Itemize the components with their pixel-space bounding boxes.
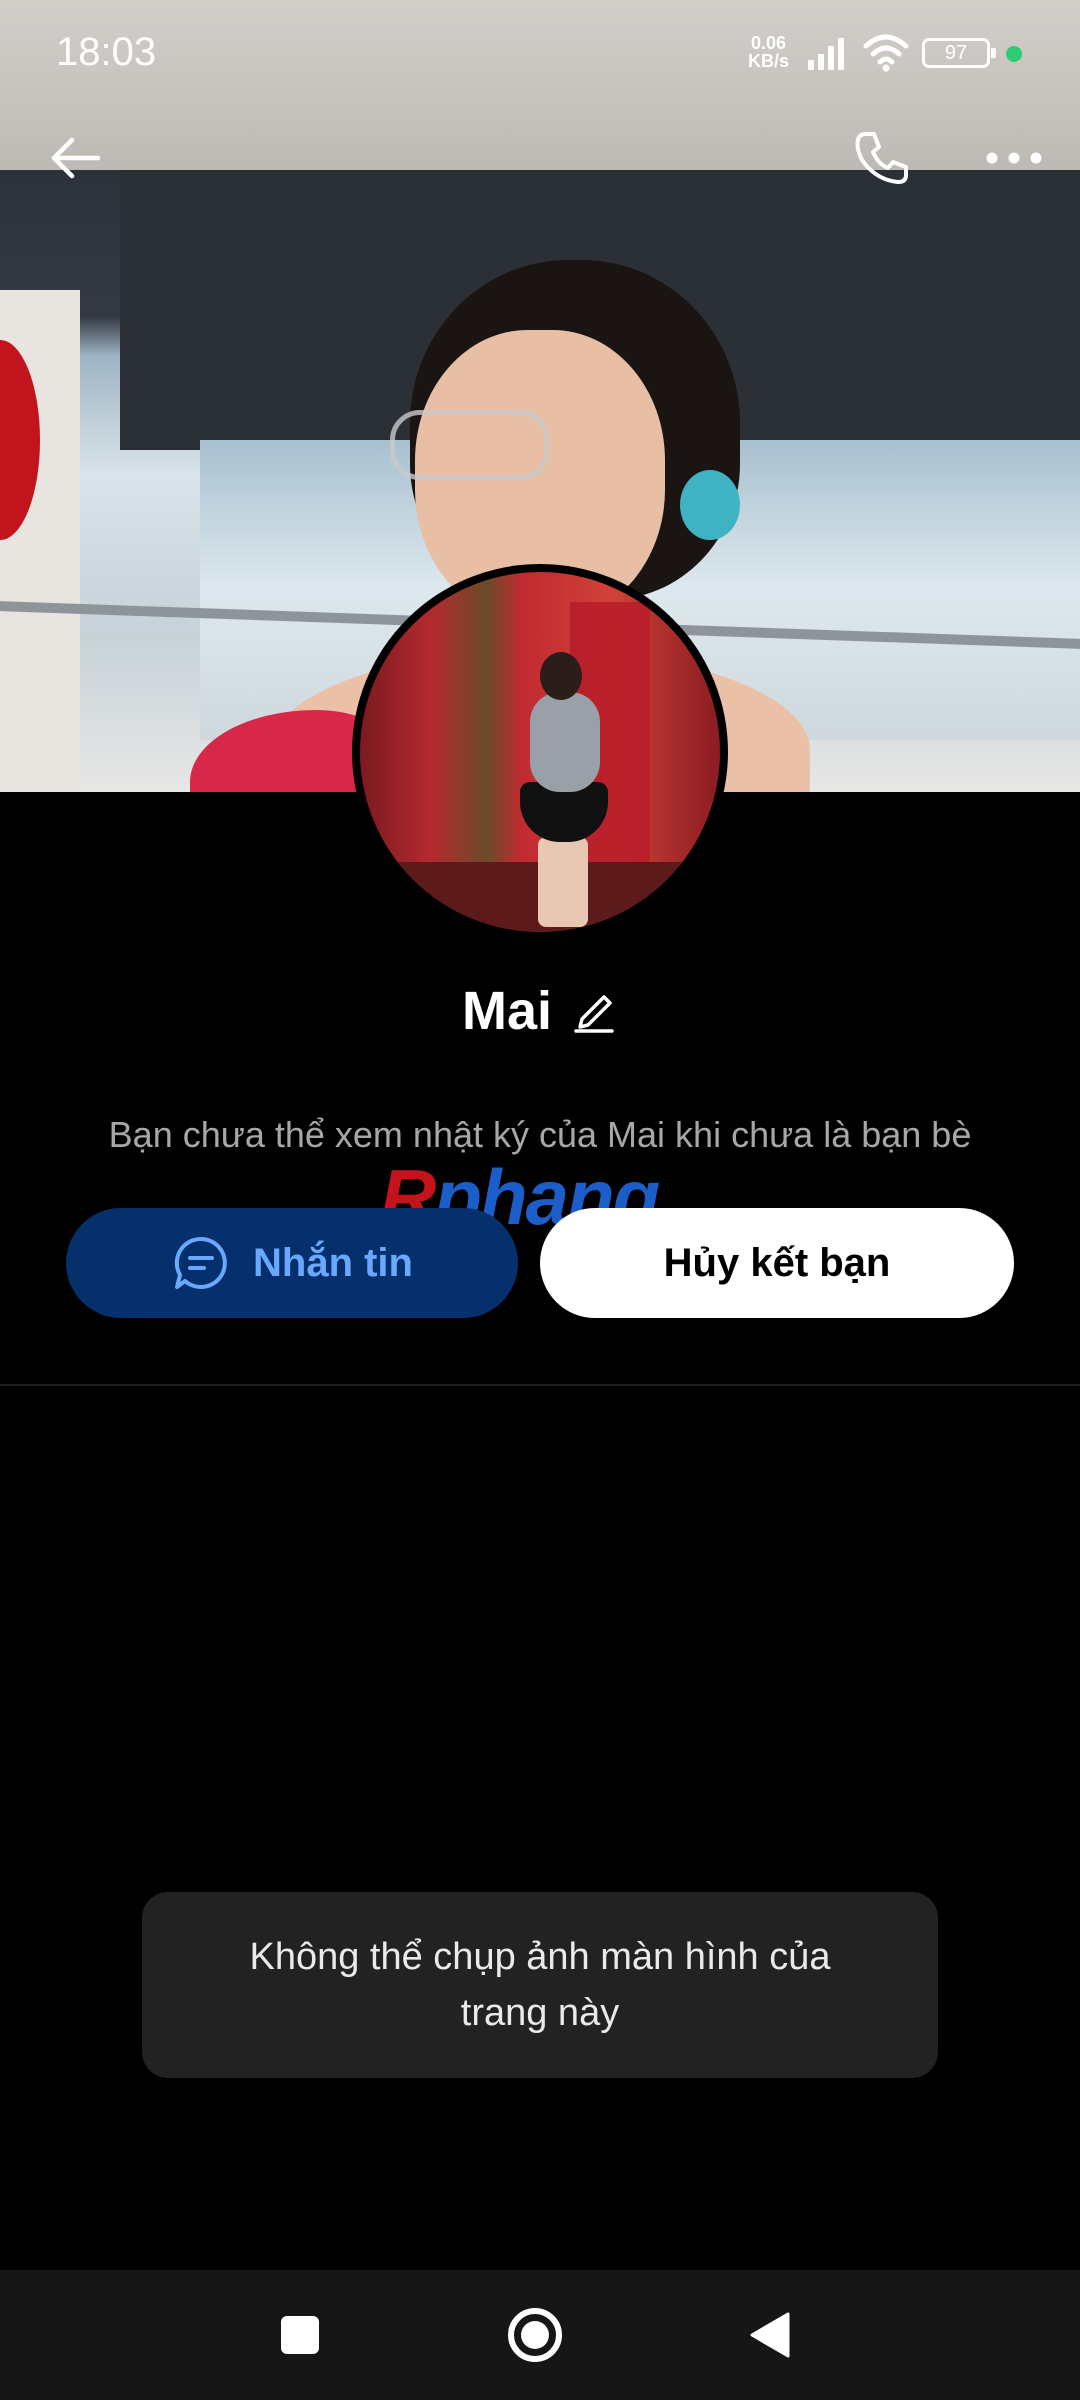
triangle-back-icon — [750, 2312, 790, 2358]
recents-button[interactable] — [255, 2290, 345, 2380]
edit-name-button[interactable] — [574, 989, 618, 1033]
cover-hair-clip — [680, 470, 740, 540]
avatar-figure-legs — [538, 837, 588, 927]
network-speed-unit: KB/s — [748, 51, 790, 71]
privacy-info-text: Bạn chưa thể xem nhật ký của Mai khi chư… — [108, 1114, 972, 1155]
chat-bubble-icon — [174, 1236, 227, 1289]
pencil-icon — [574, 995, 614, 1033]
call-button[interactable] — [842, 118, 922, 198]
screenshot-blocked-toast: Không thể chụp ảnh màn hình của trang nà… — [142, 1892, 938, 2078]
unfriend-button[interactable]: Hủy kết bạn — [540, 1208, 1014, 1318]
home-button[interactable] — [490, 2290, 580, 2380]
phone-icon — [855, 132, 908, 184]
network-speed-value: 0.06 — [750, 33, 787, 53]
unfriend-button-label: Hủy kết bạn — [663, 1240, 891, 1285]
charging-dot — [1006, 46, 1022, 62]
more-options-button[interactable] — [974, 118, 1054, 198]
toast-text: Không thể chụp ảnh màn hình của trang nà… — [249, 1936, 831, 2034]
network-speed: 0.06 KB/s — [748, 34, 789, 70]
back-button[interactable] — [36, 118, 116, 198]
system-back-button[interactable] — [725, 2290, 815, 2380]
more-horizontal-icon — [986, 152, 1042, 164]
status-time: 18:03 — [56, 30, 157, 74]
avatar[interactable] — [352, 564, 728, 940]
cover-person-glasses — [390, 410, 550, 480]
avatar-photo — [360, 572, 720, 932]
message-button-label: Nhắn tin — [253, 1240, 413, 1285]
square-icon — [281, 2316, 319, 2354]
wifi-icon — [863, 34, 909, 72]
circle-icon — [508, 2308, 562, 2362]
profile-name-row: Mai — [0, 980, 1080, 1042]
profile-name: Mai — [461, 981, 553, 1041]
message-button[interactable]: Nhắn tin — [66, 1208, 518, 1318]
avatar-figure-top — [530, 692, 600, 792]
system-nav-bar — [0, 2270, 1080, 2400]
section-divider — [0, 1384, 1080, 1386]
status-bar: 18:03 0.06 KB/s 97 — [0, 0, 1080, 100]
battery-icon: 97 — [922, 38, 996, 68]
avatar-figure-head — [540, 652, 582, 700]
signal-icon — [808, 38, 844, 70]
arrow-left-icon — [51, 137, 101, 179]
